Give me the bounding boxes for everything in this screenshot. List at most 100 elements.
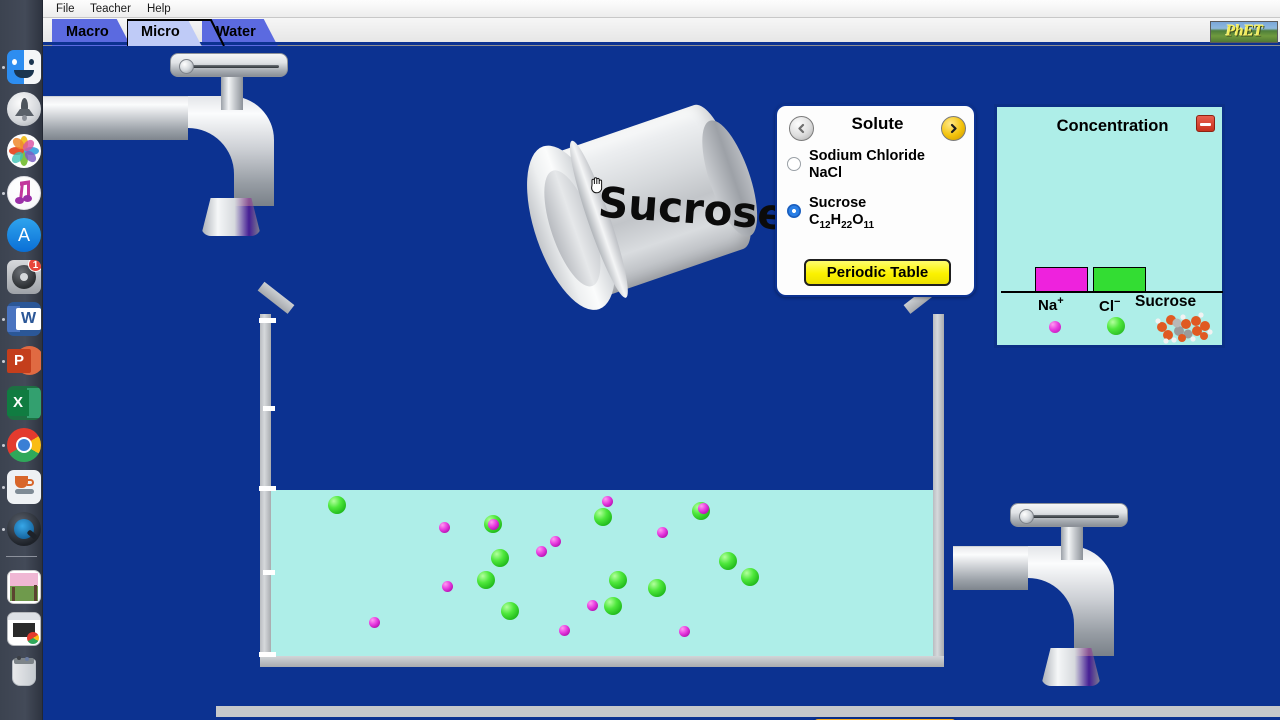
dock-running-dot (2, 444, 5, 447)
faucet-slider-knob[interactable] (1019, 509, 1034, 524)
sodium-ion-particle (549, 535, 561, 547)
concentration-label-cl: Cl− (1099, 296, 1121, 315)
faucet-elbow-inner (188, 128, 234, 206)
radio-sucrose[interactable] (787, 204, 801, 218)
chloride-ion-particle (648, 579, 666, 597)
sodium-ion-particle (601, 495, 613, 507)
beaker (213, 281, 944, 667)
minimize-icon[interactable] (1196, 115, 1215, 132)
chloride-ion-particle (719, 552, 737, 570)
beaker-tick-minor (263, 570, 275, 575)
dock-running-dot (2, 66, 5, 69)
na-ion-sphere (1049, 321, 1061, 333)
concentration-panel-title: Concentration (1056, 117, 1169, 135)
dock-running-dot (2, 360, 5, 363)
tabstrip-underline (43, 42, 1280, 45)
chloride-ion-particle (604, 597, 622, 615)
simulation-canvas: Sucrose Solute Sodium Chloride NaCl Sucr… (43, 46, 1280, 720)
beaker-tick-minor (263, 406, 275, 411)
beaker-tick-major (259, 486, 276, 491)
tab-micro[interactable]: Micro (127, 19, 202, 46)
faucet-slider-knob[interactable] (179, 59, 194, 74)
dock-item-finder[interactable] (7, 50, 41, 84)
beaker-lip-left (257, 281, 295, 314)
dock-running-dot (2, 192, 5, 195)
beaker-tick-major (259, 318, 276, 323)
beaker-tick-major (259, 652, 276, 657)
previous-solute-button[interactable] (789, 116, 814, 141)
sodium-ion-particle (678, 625, 690, 637)
chloride-ion-particle (594, 508, 612, 526)
dock-item-photos[interactable] (7, 134, 41, 168)
faucet-slider-track (183, 65, 279, 68)
phet-logo-text: PhET (1225, 22, 1263, 40)
concentration-bar-cl (1093, 267, 1146, 292)
dock-item-browser-window[interactable] (7, 612, 41, 646)
concentration-bar-na (1035, 267, 1088, 292)
sodium-ion-particle (586, 599, 598, 611)
dock-item-trash[interactable] (7, 654, 41, 688)
dock-item-java[interactable] (7, 470, 41, 504)
sucrose-molecule (1155, 312, 1213, 344)
sucrose-name: Sucrose (809, 195, 867, 211)
radio-sodium-chloride[interactable] (787, 157, 801, 171)
faucet-elbow-inner (1028, 578, 1074, 656)
notification-badge: 1 (28, 260, 41, 272)
sodium-ion-particle (697, 502, 709, 514)
phet-logo[interactable]: PhET (1210, 21, 1278, 43)
faucet-handle-slider[interactable] (170, 53, 288, 77)
dock-running-dot (2, 486, 5, 489)
macos-dock: A 1 W P X (0, 0, 43, 720)
faucet-handle-slider[interactable] (1010, 503, 1128, 527)
sodium-chloride-name: Sodium Chloride (809, 148, 925, 164)
chloride-ion-particle (477, 571, 495, 589)
dock-item-quicktime[interactable] (7, 512, 41, 546)
dock-divider (6, 556, 37, 557)
dock-running-dot (2, 318, 5, 321)
drain-faucet[interactable] (953, 503, 1253, 718)
dock-item-word[interactable]: W (7, 302, 41, 336)
faucet-spout (1041, 648, 1101, 686)
dock-item-pictures-folder[interactable] (7, 570, 41, 604)
concentration-label-sucrose: Sucrose (1135, 293, 1197, 310)
sucrose-formula: C12H22O11 (809, 212, 875, 231)
sodium-ion-particle (656, 526, 668, 538)
faucet-slider-track (1023, 515, 1119, 518)
chevron-left-icon (798, 123, 805, 134)
next-solute-button[interactable] (941, 116, 966, 141)
dock-item-music[interactable] (7, 176, 41, 210)
solute-option-name: Sodium Chloride NaCl (809, 148, 925, 182)
chloride-ion-particle (609, 571, 627, 589)
faucet-elbow (1028, 546, 1114, 656)
menu-file[interactable]: File (51, 2, 80, 16)
menu-help[interactable]: Help (142, 2, 176, 16)
beaker-wall-right (933, 314, 944, 667)
concentration-label-na: Na+ (1038, 295, 1064, 314)
sodium-ion-particle (438, 521, 450, 533)
dock-item-system-preferences[interactable]: 1 (7, 260, 41, 294)
bottom-panel-strip (216, 706, 1280, 717)
app-window: File Teacher Help Macro Micro Water PhET (43, 0, 1280, 720)
water-input-faucet[interactable] (43, 53, 288, 248)
screen: A 1 W P X File Teacher Help Macro Micro … (0, 0, 1280, 720)
solute-option-name: Sucrose C12H22O11 (809, 195, 874, 234)
dock-item-launchpad[interactable] (7, 92, 41, 126)
faucet-elbow (188, 96, 274, 206)
menu-teacher[interactable]: Teacher (85, 2, 136, 16)
tab-bar: Macro Micro Water (43, 18, 1280, 46)
solute-panel: Solute Sodium Chloride NaCl Sucrose C12H… (775, 104, 976, 297)
sodium-ion-particle (441, 580, 453, 592)
beaker-base (260, 656, 944, 667)
chevron-right-icon (950, 123, 957, 134)
dock-running-dot (2, 528, 5, 531)
dock-item-app-store[interactable]: A (7, 218, 41, 252)
dock-item-chrome[interactable] (7, 428, 41, 462)
sodium-ion-particle (487, 518, 499, 530)
chloride-ion-particle (491, 549, 509, 567)
dock-item-excel[interactable]: X (7, 386, 41, 420)
sodium-ion-particle (368, 616, 380, 628)
cl-ion-sphere (1107, 317, 1125, 335)
faucet-spout (201, 198, 261, 236)
periodic-table-button[interactable]: Periodic Table (804, 259, 951, 286)
dock-item-powerpoint[interactable]: P (7, 344, 41, 378)
